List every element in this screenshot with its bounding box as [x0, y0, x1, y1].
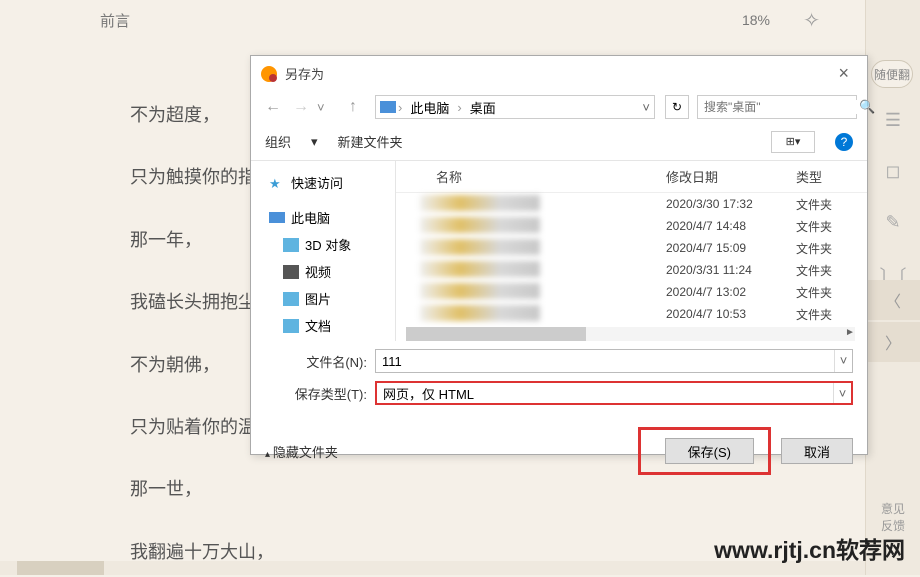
view-mode-button[interactable]: ⊞▾	[771, 131, 815, 153]
dialog-fields: 文件名(N): ˅ 保存类型(T): ˅	[251, 341, 867, 421]
filename-input[interactable]	[376, 354, 834, 369]
close-icon[interactable]: ×	[830, 63, 857, 84]
sidebar: 随便翻 ☰ ◻ ✎ 〕〔 〈 〉 意见 反馈	[865, 0, 920, 575]
col-date[interactable]: 修改日期	[666, 167, 796, 186]
tree-this-pc[interactable]: 此电脑	[251, 204, 395, 231]
tree-3d-objects[interactable]: 3D 对象	[251, 231, 395, 258]
hide-folders-link[interactable]: 隐藏文件夹	[265, 442, 338, 461]
file-list-header: 名称 修改日期 类型	[396, 161, 867, 193]
reader-header: 前言 18% ✧	[0, 0, 920, 40]
feedback-button[interactable]: 意见 反馈	[866, 501, 920, 535]
col-type[interactable]: 类型	[796, 167, 822, 186]
pc-icon	[380, 101, 396, 113]
path-dropdown-icon[interactable]: ˅	[642, 100, 650, 115]
file-row[interactable]: 2020/4/7 10:53文件夹	[396, 303, 867, 325]
forward-button[interactable]: →	[289, 98, 313, 116]
new-folder-button[interactable]: 新建文件夹	[338, 132, 403, 151]
address-bar[interactable]: › 此电脑 › 桌面 ˅	[375, 95, 655, 119]
dialog-title: 另存为	[285, 64, 324, 83]
dialog-footer: 隐藏文件夹 保存(S) 取消	[251, 421, 867, 485]
bookmark-icon[interactable]: ✧	[803, 8, 820, 33]
filename-label: 文件名(N):	[265, 352, 375, 371]
next-page-button[interactable]: 〉	[866, 322, 920, 362]
save-as-dialog: 另存为 × ← → ˅ ↑ › 此电脑 › 桌面 ˅ ↻ 🔍 组织 ▾ 新建文件…	[250, 55, 868, 455]
nav-tree: ★快速访问 此电脑 3D 对象 视频 图片 文档 ↓下载	[251, 161, 396, 341]
chapter-title: 前言	[100, 10, 130, 31]
crumb-folder[interactable]: 桌面	[464, 98, 502, 117]
file-row[interactable]: 2020/4/7 14:48文件夹	[396, 215, 867, 237]
cancel-button[interactable]: 取消	[781, 438, 853, 464]
file-row[interactable]: 2020/4/7 15:09文件夹	[396, 237, 867, 259]
tree-pictures[interactable]: 图片	[251, 285, 395, 312]
edit-icon[interactable]: ✎	[885, 212, 900, 233]
firefox-icon	[261, 66, 277, 82]
crumb-root[interactable]: 此电脑	[404, 98, 455, 117]
file-row[interactable]: 2020/3/30 17:32文件夹	[396, 193, 867, 215]
col-name[interactable]: 名称	[396, 167, 666, 186]
save-button[interactable]: 保存(S)	[665, 438, 754, 464]
file-row[interactable]: 2020/3/31 11:24文件夹	[396, 259, 867, 281]
help-icon[interactable]: ?	[835, 133, 853, 151]
dialog-body: ★快速访问 此电脑 3D 对象 视频 图片 文档 ↓下载 名称 修改日期 类型 …	[251, 161, 867, 341]
tree-downloads[interactable]: ↓下载	[251, 339, 395, 341]
horizontal-scrollbar[interactable]: ◄ ►	[406, 327, 855, 341]
file-row[interactable]: 2020/4/7 13:02文件夹	[396, 281, 867, 303]
dialog-toolbar: 组织 ▾ 新建文件夹 ⊞▾ ?	[251, 123, 867, 161]
scroll-right-icon: ►	[843, 327, 857, 341]
file-list: 名称 修改日期 类型 2020/3/30 17:32文件夹2020/4/7 14…	[396, 161, 867, 341]
up-button[interactable]: ˅	[317, 100, 337, 115]
tree-videos[interactable]: 视频	[251, 258, 395, 285]
watermark: www.rjtj.cn软荐网	[714, 531, 905, 565]
bookmark-tab-icon[interactable]: ◻	[886, 161, 901, 182]
organize-button[interactable]: 组织	[265, 132, 291, 151]
tree-documents[interactable]: 文档	[251, 312, 395, 339]
search-box[interactable]: 🔍	[697, 95, 857, 119]
tree-quick-access[interactable]: ★快速访问	[251, 169, 395, 196]
random-flip-button[interactable]: 随便翻	[871, 60, 913, 88]
filetype-label: 保存类型(T):	[265, 384, 375, 403]
filename-row: 文件名(N): ˅	[265, 349, 853, 373]
search-input[interactable]	[704, 100, 859, 114]
refresh-button[interactable]: ↻	[665, 95, 689, 119]
filetype-select[interactable]	[377, 386, 833, 401]
filename-dropdown-icon[interactable]: ˅	[834, 350, 852, 372]
prev-page-button[interactable]: 〈	[866, 280, 920, 320]
dialog-nav: ← → ˅ ↑ › 此电脑 › 桌面 ˅ ↻ 🔍	[251, 91, 867, 123]
list-icon[interactable]: ☰	[885, 110, 901, 131]
filetype-row: 保存类型(T): ˅	[265, 381, 853, 405]
filetype-dropdown-icon[interactable]: ˅	[833, 383, 851, 403]
dialog-titlebar: 另存为 ×	[251, 56, 867, 91]
up-arrow-button[interactable]: ↑	[341, 98, 365, 116]
back-button[interactable]: ←	[261, 98, 285, 116]
progress-pct: 18%	[742, 12, 770, 28]
save-highlight: 保存(S)	[638, 427, 771, 475]
search-icon[interactable]: 🔍	[859, 99, 875, 115]
